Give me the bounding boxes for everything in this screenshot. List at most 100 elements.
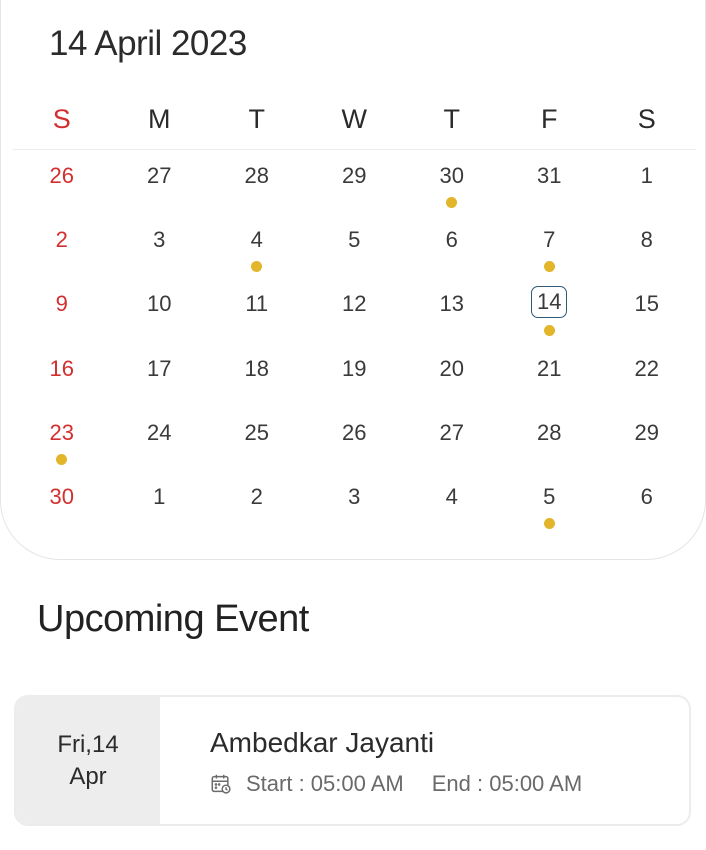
event-dot [446,197,458,208]
day-number: 28 [537,419,562,445]
day-number: 17 [147,355,172,381]
day-cell[interactable]: 7 [501,224,599,288]
day-cell[interactable]: 4 [208,224,306,288]
weekday-label: M [148,104,171,134]
day-cell[interactable]: 10 [111,288,209,352]
day-cell[interactable]: 27 [403,417,501,481]
day-cell-selected[interactable]: 14 [501,286,599,352]
day-cell[interactable]: 27 [111,160,209,224]
day-number: 4 [445,483,458,509]
event-date-month: Apr [69,762,107,790]
event-name: Ambedkar Jayanti [210,727,435,758]
day-number: 31 [537,163,562,188]
day-cell[interactable]: 29 [598,417,696,481]
day-number: 29 [634,419,659,445]
day-number: 13 [439,291,464,317]
day-cell[interactable]: 26 [306,417,404,481]
event-body: Ambedkar Jayanti Start : 05:00 AM End : … [160,697,582,824]
day-number: 3 [153,227,166,253]
day-cell[interactable]: 19 [306,353,404,417]
day-cell[interactable]: 5 [501,481,599,545]
event-date-day: Fri,14 [57,730,119,758]
day-cell[interactable]: 28 [501,417,599,481]
day-number: 27 [147,163,172,188]
upcoming-event-title: Upcoming Event [37,598,309,640]
event-date-box: Fri,14 Apr [16,697,160,824]
day-cell[interactable]: 16 [13,353,111,417]
day-cell[interactable]: 8 [598,224,696,288]
day-cell[interactable]: 4 [403,481,501,545]
event-start-time: Start : 05:00 AM [246,771,404,796]
day-number: 14 [531,286,568,319]
weekday-label: W [341,104,367,134]
day-number: 25 [244,419,269,445]
day-cell[interactable]: 6 [598,481,696,545]
day-cell[interactable]: 31 [501,160,599,224]
calendar-title: 14 April 2023 [49,24,247,63]
weekday-label: T [248,104,266,134]
day-cell[interactable]: 3 [111,224,209,288]
day-cell[interactable]: 26 [13,160,111,224]
day-cell[interactable]: 20 [403,353,501,417]
event-dot [543,261,555,273]
day-number: 23 [49,419,74,445]
weekday-label: T [443,104,461,134]
days-grid: 26 27 28 29 30 31 1 2 3 4 5 6 7 8 9 10 11 12 13 14 15 16 17 18 1… [13,160,696,545]
day-number: 1 [640,163,653,188]
day-number: 9 [55,291,68,317]
day-number: 2 [250,483,263,509]
day-cell[interactable]: 25 [208,417,306,481]
day-number: 29 [342,163,367,188]
day-cell[interactable]: 3 [306,481,404,545]
day-cell[interactable]: 23 [13,417,111,481]
day-cell[interactable]: 15 [598,288,696,352]
day-number: 6 [640,483,653,509]
day-cell[interactable]: 18 [208,353,306,417]
calendar-clock-icon [211,774,231,794]
weekday-label: F [541,104,558,134]
day-number: 10 [147,291,172,317]
day-number: 8 [640,227,653,253]
day-cell[interactable]: 5 [306,224,404,288]
day-cell[interactable]: 21 [501,353,599,417]
day-cell[interactable]: 2 [13,224,111,288]
weekday-header: SMTWTFS [13,100,696,150]
day-number: 24 [147,419,172,445]
day-number: 3 [348,483,361,509]
day-number: 19 [342,355,367,381]
day-cell[interactable]: 30 [403,160,501,224]
event-dot [543,325,555,337]
day-number: 2 [55,227,68,253]
day-number: 30 [439,163,464,188]
day-cell[interactable]: 6 [403,224,501,288]
weekday-label: S [52,104,71,134]
day-cell[interactable]: 12 [306,288,404,352]
day-cell[interactable]: 9 [13,288,111,352]
day-number: 4 [250,227,263,253]
day-cell[interactable]: 1 [111,481,209,545]
day-cell[interactable]: 29 [306,160,404,224]
event-dot [251,261,263,273]
day-cell[interactable]: 24 [111,417,209,481]
day-number: 5 [348,227,361,253]
event-times: Start : 05:00 AM End : 05:00 AM [210,771,582,797]
event-card[interactable]: Fri,14 Apr Ambedkar Jayanti Start : 05:0… [14,695,691,826]
day-cell[interactable]: 17 [111,353,209,417]
day-cell[interactable]: 30 [13,481,111,545]
day-number: 27 [439,419,464,445]
day-cell[interactable]: 22 [598,353,696,417]
day-cell[interactable]: 13 [403,288,501,352]
day-number: 6 [445,227,458,253]
day-number: 15 [634,291,659,317]
event-dot [56,453,68,465]
day-number: 18 [244,355,269,381]
day-cell[interactable]: 2 [208,481,306,545]
calendar-card: 14 April 2023 SMTWTFS 26 27 28 29 30 31 1 2 3 4 5 6… [0,0,706,560]
day-cell[interactable]: 11 [208,288,306,352]
day-cell[interactable]: 1 [598,160,696,224]
day-number: 30 [49,483,74,509]
day-number: 16 [49,355,74,381]
day-number: 22 [634,355,659,381]
day-cell[interactable]: 28 [208,160,306,224]
day-number: 28 [244,163,269,188]
